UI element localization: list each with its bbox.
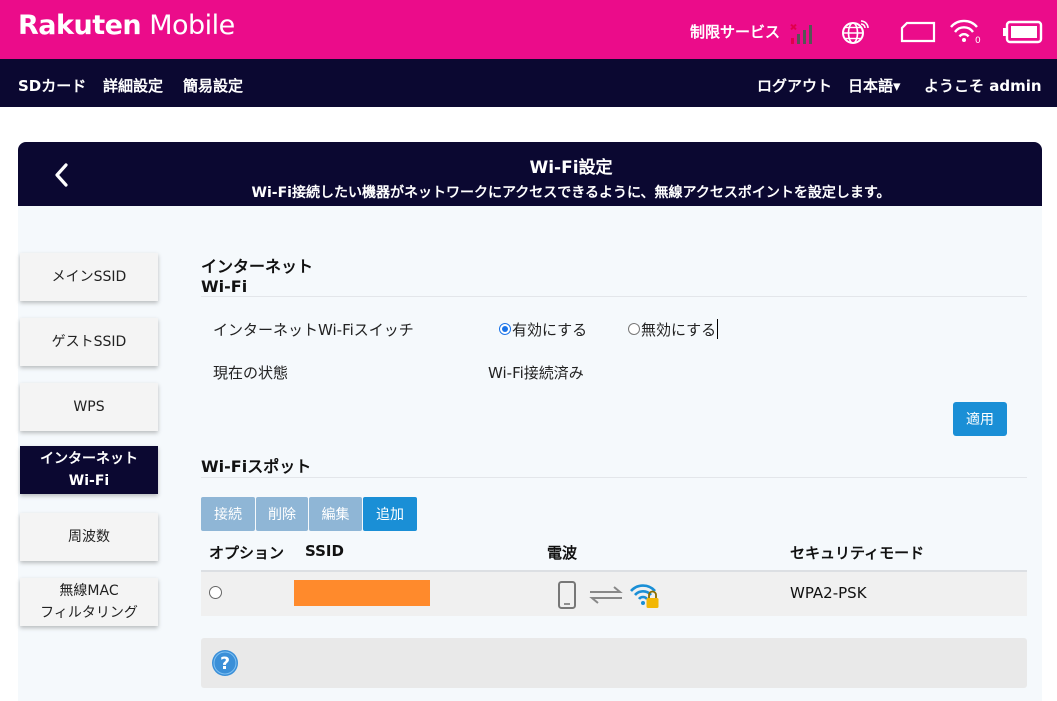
column-header-signal: 電波 xyxy=(547,544,578,562)
phone-icon xyxy=(558,581,576,609)
signal-icon xyxy=(790,23,812,44)
wifi-icon: 0 xyxy=(950,19,981,45)
page-title: Wi-Fi設定 xyxy=(529,158,613,178)
text-cursor xyxy=(717,318,719,339)
battery-icon xyxy=(1003,20,1043,44)
nav-bar: SDカード 詳細設定 簡易設定 ログアウト 日本語▾ ようこそ admin xyxy=(0,59,1057,107)
status-label: 現在の状態 xyxy=(213,364,289,382)
security-mode-value: WPA2-PSK xyxy=(790,584,867,602)
side-item-label: 無線MAC xyxy=(59,583,119,599)
sim-card-icon xyxy=(900,21,936,43)
svg-text:0: 0 xyxy=(975,36,981,45)
section-title-internet-wifi: インターネット Wi-Fi xyxy=(201,257,314,296)
divider xyxy=(201,296,1027,297)
side-item-mac-filtering[interactable]: 無線MAC フィルタリング xyxy=(20,578,158,626)
wifi-lock-icon xyxy=(630,584,659,608)
enable-label: 有効にする xyxy=(512,321,588,339)
disable-label: 無効にする xyxy=(641,321,717,339)
logo: Rakuten Mobile xyxy=(18,10,235,41)
side-item-label: 周波数 xyxy=(68,529,110,545)
nav-advanced-settings[interactable]: 詳細設定 xyxy=(103,75,163,96)
transfer-icon xyxy=(589,586,623,604)
top-bar: Rakuten Mobile 制限サービス 0 xyxy=(0,0,1057,59)
enable-radio[interactable]: 有効にする xyxy=(499,319,587,340)
language-select[interactable]: 日本語▾ xyxy=(848,75,901,96)
column-header-security: セキュリティモード xyxy=(790,544,925,562)
apply-button[interactable]: 適用 xyxy=(953,402,1007,436)
side-item-label: インターネット xyxy=(40,451,138,467)
divider xyxy=(201,477,1027,478)
nav-quick-settings[interactable]: 簡易設定 xyxy=(183,75,243,96)
side-item-label: Wi-Fi xyxy=(68,473,110,489)
section-title-wifi-spot: Wi-Fiスポット xyxy=(201,457,312,476)
disable-radio[interactable]: 無効にする xyxy=(628,318,719,341)
nav-sd-card[interactable]: SDカード xyxy=(18,75,86,96)
page-subtitle: Wi-Fi接続したい機器がネットワークにアクセスできるように、無線アクセスポイン… xyxy=(251,185,891,201)
delete-button[interactable]: 削除 xyxy=(256,497,308,531)
help-bar xyxy=(201,638,1027,688)
side-item-guest-ssid[interactable]: ゲストSSID xyxy=(20,318,158,366)
row-select-radio[interactable] xyxy=(209,586,222,599)
welcome-user: ようこそ admin xyxy=(924,77,1042,95)
column-header-ssid: SSID xyxy=(305,542,344,560)
page-header: Wi-Fi設定 Wi-Fi接続したい機器がネットワークにアクセスできるように、無… xyxy=(18,142,1042,206)
side-item-frequency[interactable]: 周波数 xyxy=(20,513,158,561)
svg-text:?: ? xyxy=(220,654,230,674)
help-icon[interactable]: ? xyxy=(211,649,239,677)
status-value: Wi-Fi接続済み xyxy=(488,364,584,382)
side-item-label: WPS xyxy=(73,399,105,415)
wifi-switch-label: インターネットWi-Fiスイッチ xyxy=(213,321,414,339)
logout-link[interactable]: ログアウト xyxy=(757,75,832,96)
column-header-option: オプション xyxy=(209,544,285,562)
edit-button[interactable]: 編集 xyxy=(309,497,362,531)
radio-checked[interactable] xyxy=(499,322,511,335)
globe-icon xyxy=(842,20,869,44)
side-item-label: メインSSID xyxy=(51,269,127,285)
side-item-label: フィルタリング xyxy=(40,605,138,621)
service-status-label: 制限サービス xyxy=(690,23,781,41)
content-panel xyxy=(18,206,1042,701)
radio-unchecked[interactable] xyxy=(628,322,640,335)
side-item-label: ゲストSSID xyxy=(51,334,127,350)
connect-button[interactable]: 接続 xyxy=(201,497,255,531)
add-button[interactable]: 追加 xyxy=(363,497,417,531)
side-item-internet-wifi[interactable]: インターネット Wi-Fi xyxy=(20,446,158,494)
side-item-main-ssid[interactable]: メインSSID xyxy=(20,253,158,301)
ssid-redacted xyxy=(294,580,430,606)
side-item-wps[interactable]: WPS xyxy=(20,383,158,431)
